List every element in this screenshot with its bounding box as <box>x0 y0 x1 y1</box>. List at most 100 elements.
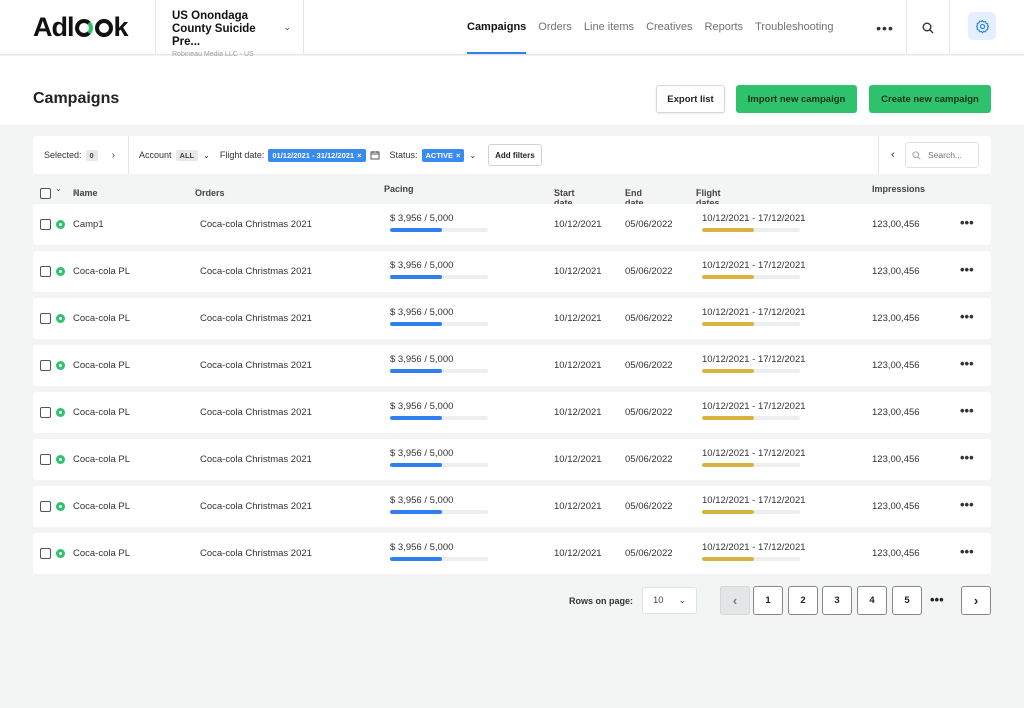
campaign-name[interactable]: Coca-cola PL <box>73 454 130 465</box>
more-icon[interactable]: ••• <box>960 497 974 512</box>
table-row[interactable]: Coca-cola PL Coca-cola Christmas 2021 $ … <box>33 533 991 574</box>
more-icon[interactable]: ••• <box>960 309 974 324</box>
row-checkbox[interactable] <box>40 454 51 465</box>
flight-bar <box>702 416 800 420</box>
chevron-left-icon[interactable]: ‹ <box>891 149 895 161</box>
more-icon[interactable]: ••• <box>960 215 974 230</box>
calendar-icon[interactable] <box>370 150 380 160</box>
nav-campaigns[interactable]: Campaigns <box>461 0 532 54</box>
status-active-icon <box>56 361 65 370</box>
page-4-button[interactable]: 4 <box>857 586 887 615</box>
order-name[interactable]: Coca-cola Christmas 2021 <box>200 501 312 512</box>
page-1-button[interactable]: 1 <box>753 586 783 615</box>
order-name[interactable]: Coca-cola Christmas 2021 <box>200 548 312 559</box>
pacing-value: $ 3,956 / 5,000 <box>390 448 454 459</box>
end-date: 05/06/2022 <box>625 219 673 230</box>
sort-icon: ˆ <box>625 188 628 197</box>
page-5-button[interactable]: 5 <box>892 586 922 615</box>
order-name[interactable]: Coca-cola Christmas 2021 <box>200 266 312 277</box>
start-date: 10/12/2021 <box>554 454 602 465</box>
account-filter[interactable]: Account ALL ⌄ <box>139 149 210 161</box>
adlook-logo[interactable]: Adl k <box>0 0 155 54</box>
status-filter[interactable]: Status: ACTIVE × ⌄ <box>390 148 476 162</box>
page-3-button[interactable]: 3 <box>822 586 852 615</box>
campaign-name[interactable]: Coca-cola PL <box>73 407 130 418</box>
campaign-name[interactable]: Coca-cola PL <box>73 266 130 277</box>
pacing-bar <box>390 275 488 279</box>
end-date: 05/06/2022 <box>625 548 673 559</box>
nav-troubleshooting[interactable]: Troubleshooting <box>749 0 839 54</box>
order-name[interactable]: Coca-cola Christmas 2021 <box>200 454 312 465</box>
remove-icon[interactable]: × <box>357 151 361 160</box>
page-header: Campaigns Export list Import new campaig… <box>0 56 1024 125</box>
row-checkbox[interactable] <box>40 313 51 324</box>
chevron-right-icon: › <box>973 593 979 608</box>
nav-creatives[interactable]: Creatives <box>640 0 698 54</box>
pacing-bar-fill <box>390 416 442 420</box>
more-icon[interactable]: ••• <box>960 356 974 371</box>
chevron-right-icon[interactable]: › <box>112 150 115 161</box>
row-checkbox[interactable] <box>40 501 51 512</box>
table-row[interactable]: Coca-cola PL Coca-cola Christmas 2021 $ … <box>33 345 991 386</box>
row-checkbox[interactable] <box>40 360 51 371</box>
flight-dates: 10/12/2021 - 17/12/2021 <box>702 307 806 318</box>
order-name[interactable]: Coca-cola Christmas 2021 <box>200 313 312 324</box>
order-name[interactable]: Coca-cola Christmas 2021 <box>200 360 312 371</box>
table-row[interactable]: Coca-cola PL Coca-cola Christmas 2021 $ … <box>33 486 991 527</box>
table-row[interactable]: Coca-cola PL Coca-cola Christmas 2021 $ … <box>33 251 991 292</box>
table-row[interactable]: Camp1 Coca-cola Christmas 2021 $ 3,956 /… <box>33 204 991 245</box>
export-list-button[interactable]: Export list <box>656 85 725 113</box>
sort-icon: ⇅ <box>73 188 80 197</box>
flight-bar-fill <box>702 463 754 467</box>
page-2-button[interactable]: 2 <box>788 586 818 615</box>
settings-button[interactable] <box>968 12 996 40</box>
rows-per-page-value: 10 <box>653 595 664 606</box>
more-icon[interactable]: ••• <box>960 544 974 559</box>
flight-date-value: 01/12/2021 - 31/12/2021 <box>272 150 355 160</box>
row-checkbox[interactable] <box>40 219 51 230</box>
order-name[interactable]: Coca-cola Christmas 2021 <box>200 219 312 230</box>
more-icon[interactable]: ••• <box>960 403 974 418</box>
next-page-button[interactable]: › <box>961 586 991 615</box>
chevron-down-icon: ⌄ <box>678 595 686 605</box>
prev-page-button[interactable]: ‹ <box>720 586 750 615</box>
campaign-name[interactable]: Coca-cola PL <box>73 501 130 512</box>
flight-bar <box>702 275 800 279</box>
pacing-bar <box>390 369 488 373</box>
import-campaign-button[interactable]: Import new campaign <box>736 85 857 113</box>
divider <box>949 0 950 55</box>
more-icon[interactable]: ••• <box>960 262 974 277</box>
create-campaign-button[interactable]: Create new campaign <box>869 85 991 113</box>
flight-dates: 10/12/2021 - 17/12/2021 <box>702 448 806 459</box>
start-date: 10/12/2021 <box>554 219 602 230</box>
table-row[interactable]: Coca-cola PL Coca-cola Christmas 2021 $ … <box>33 392 991 433</box>
nav-reports[interactable]: Reports <box>699 0 750 54</box>
end-date: 05/06/2022 <box>625 407 673 418</box>
nav-more-button[interactable]: ••• <box>864 0 906 55</box>
campaign-name[interactable]: Coca-cola PL <box>73 548 130 559</box>
impressions-value: 123,00,456 <box>872 548 920 559</box>
chevron-down-icon: ⌄ <box>283 22 291 32</box>
row-checkbox[interactable] <box>40 548 51 559</box>
pacing-bar <box>390 228 488 232</box>
flight-date-filter[interactable]: Flight date: 01/12/2021 - 31/12/2021 × <box>220 148 380 162</box>
campaign-name[interactable]: Camp1 <box>73 219 104 230</box>
campaign-name[interactable]: Coca-cola PL <box>73 360 130 371</box>
status-value: ACTIVE <box>425 150 454 160</box>
table-row[interactable]: Coca-cola PL Coca-cola Christmas 2021 $ … <box>33 439 991 480</box>
row-checkbox[interactable] <box>40 266 51 277</box>
search-button[interactable] <box>907 0 949 55</box>
checkbox[interactable] <box>40 188 51 199</box>
row-checkbox[interactable] <box>40 407 51 418</box>
more-icon[interactable]: ••• <box>960 450 974 465</box>
account-switcher[interactable]: US Onondaga County Suicide Pre... Robine… <box>155 0 304 58</box>
campaign-name[interactable]: Coca-cola PL <box>73 313 130 324</box>
add-filters-button[interactable]: Add filters <box>488 144 542 166</box>
rows-per-page-select[interactable]: 10 ⌄ <box>642 587 697 614</box>
remove-icon[interactable]: × <box>456 151 460 160</box>
chevron-down-icon[interactable]: ⌄ <box>55 184 62 193</box>
order-name[interactable]: Coca-cola Christmas 2021 <box>200 407 312 418</box>
nav-orders[interactable]: Orders <box>532 0 578 54</box>
table-row[interactable]: Coca-cola PL Coca-cola Christmas 2021 $ … <box>33 298 991 339</box>
nav-line-items[interactable]: Line items <box>578 0 640 54</box>
